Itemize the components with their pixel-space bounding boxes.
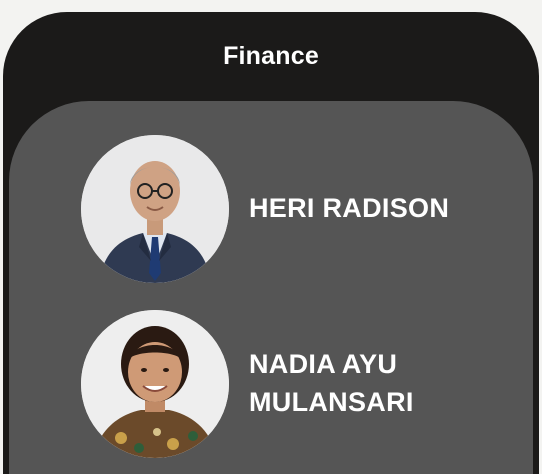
members-panel: HERI RADISON NADIA AYU MULANSARI — [9, 101, 533, 474]
member-name: HERI RADISON — [249, 193, 450, 223]
member-name: NADIA AYU MULANSARI — [249, 349, 414, 417]
avatar — [81, 310, 229, 458]
person-photo-icon — [81, 310, 229, 458]
avatar — [81, 135, 229, 283]
person-photo-icon — [81, 135, 229, 283]
member-card: HERI RADISON — [9, 135, 533, 295]
card-title: Finance — [223, 42, 319, 70]
finance-card: Finance HERI RADISON NADIA AYU MULANSARI — [3, 12, 539, 474]
member-card: NADIA AYU MULANSARI — [9, 310, 533, 470]
